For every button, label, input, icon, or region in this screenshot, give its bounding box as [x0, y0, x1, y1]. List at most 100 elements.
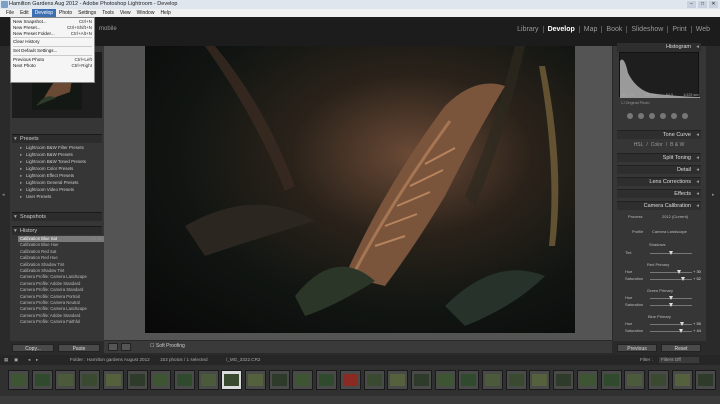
slider-knob-icon[interactable] [669, 303, 673, 307]
reset-button[interactable]: Reset [661, 344, 701, 352]
before-after-icon[interactable] [121, 343, 131, 351]
left-panel-toggle-icon[interactable]: ◂ [2, 192, 6, 204]
red-eye-icon[interactable] [649, 113, 655, 119]
filmstrip-thumbnail[interactable] [387, 370, 409, 390]
preset-folder[interactable]: Lightroom General Presets [20, 180, 98, 186]
slider-knob-icon[interactable] [680, 322, 684, 326]
tab-color[interactable]: Color [651, 141, 663, 149]
split-toning-panel-header[interactable]: Split Toning [617, 153, 701, 163]
main-photo[interactable] [145, 46, 575, 333]
menu-view[interactable]: View [117, 9, 134, 17]
blue-saturation-slider[interactable] [650, 329, 692, 333]
original-photo-checkbox[interactable]: ☐ Original Photo [621, 100, 650, 105]
module-print[interactable]: Print [667, 26, 690, 33]
filmstrip-thumbnail[interactable] [8, 370, 29, 390]
module-library[interactable]: Library [513, 26, 542, 33]
tab-hsl[interactable]: HSL [634, 141, 644, 149]
menu-develop[interactable]: Develop [31, 9, 57, 17]
blue-hue-slider[interactable] [650, 322, 692, 326]
red-saturation-slider[interactable] [650, 277, 692, 281]
filmstrip-thumbnail[interactable] [458, 370, 480, 390]
adjustment-brush-icon[interactable] [682, 113, 688, 119]
previous-button[interactable]: Previous [617, 344, 657, 352]
effects-panel-header[interactable]: Effects [617, 189, 701, 199]
slider-knob-icon[interactable] [677, 270, 681, 274]
second-window-icon[interactable]: ▣ [14, 355, 18, 365]
filmstrip-thumbnail[interactable] [102, 370, 124, 390]
presets-panel-header[interactable]: Presets [12, 134, 102, 144]
close-icon[interactable]: ✕ [709, 1, 718, 8]
module-slideshow[interactable]: Slideshow [626, 26, 667, 33]
nav-back-icon[interactable]: ◂ [28, 355, 30, 365]
module-book[interactable]: Book [601, 26, 626, 33]
camera-calibration-panel-header[interactable]: Camera Calibration [617, 201, 701, 211]
filmstrip-thumbnail[interactable] [671, 370, 693, 390]
filmstrip-thumbnail[interactable] [363, 370, 385, 390]
soft-proofing-checkbox[interactable]: ☐ Soft Proofing [150, 343, 185, 349]
filmstrip-thumbnail[interactable] [221, 370, 243, 390]
module-develop[interactable]: Develop [542, 26, 579, 33]
menu-item-clear-history[interactable]: Clear History [11, 39, 94, 45]
green-saturation-slider[interactable] [650, 303, 692, 307]
spot-removal-icon[interactable] [638, 113, 644, 119]
slider-knob-icon[interactable] [669, 251, 673, 255]
preset-folder[interactable]: Lightroom B&W Filter Presets [20, 145, 98, 151]
menu-item-next-photo[interactable]: Next Photo Ctrl+Right [11, 63, 94, 69]
filter-dropdown[interactable]: Filters Off [659, 357, 699, 363]
loupe-view-icon[interactable] [108, 343, 118, 351]
filmstrip-thumbnail[interactable] [482, 370, 503, 390]
tone-curve-panel-header[interactable]: Tone Curve [617, 130, 701, 140]
menu-help[interactable]: Help [157, 9, 173, 17]
right-panel-toggle-icon[interactable]: ▸ [712, 192, 716, 204]
filmstrip-thumbnail[interactable] [505, 370, 527, 390]
shadow-tint-slider[interactable] [650, 251, 692, 255]
menu-photo[interactable]: Photo [56, 9, 75, 17]
menu-item-new-preset-folder[interactable]: New Preset Folder... Ctrl+Alt+N [11, 31, 94, 37]
nav-forward-icon[interactable]: ▸ [36, 355, 38, 365]
filmstrip-thumbnail[interactable] [600, 370, 622, 390]
filmstrip-thumbnail[interactable] [31, 370, 53, 390]
red-saturation-value[interactable]: + 52 [693, 276, 701, 281]
grid-view-icon[interactable]: ▦ [4, 355, 8, 365]
snapshots-panel-header[interactable]: Snapshots [12, 212, 102, 222]
slider-knob-icon[interactable] [681, 277, 685, 281]
filmstrip-thumbnail[interactable] [245, 370, 266, 390]
filmstrip-thumbnail[interactable] [434, 370, 456, 390]
filmstrip-thumbnail[interactable] [150, 370, 172, 390]
menu-tools[interactable]: Tools [99, 9, 117, 17]
red-hue-value[interactable]: + 30 [693, 269, 701, 274]
filmstrip-thumbnail[interactable] [624, 370, 646, 390]
lens-corrections-panel-header[interactable]: Lens Corrections [617, 177, 701, 187]
module-web[interactable]: Web [690, 26, 714, 33]
filmstrip-thumbnail[interactable] [79, 370, 101, 390]
graduated-filter-icon[interactable] [660, 113, 666, 119]
green-hue-slider[interactable] [650, 296, 692, 300]
process-dropdown[interactable]: 2012 (Current) [662, 214, 688, 219]
minimize-icon[interactable]: – [687, 1, 696, 8]
copy-button[interactable]: Copy... [12, 344, 54, 352]
filmstrip-thumbnail[interactable] [126, 370, 148, 390]
profile-dropdown[interactable]: Camera Landscape [652, 229, 687, 234]
preset-folder[interactable]: Lightroom Video Presets [20, 187, 98, 193]
paste-button[interactable]: Paste [58, 344, 100, 352]
radial-filter-icon[interactable] [671, 113, 677, 119]
preset-folder[interactable]: Lightroom Color Presets [20, 166, 98, 172]
detail-panel-header[interactable]: Detail [617, 165, 701, 175]
filmstrip-thumbnail[interactable] [529, 370, 551, 390]
filmstrip-thumbnail[interactable] [316, 370, 338, 390]
filmstrip-thumbnail[interactable] [292, 370, 314, 390]
maximize-icon[interactable]: □ [698, 1, 707, 8]
red-hue-slider[interactable] [650, 270, 692, 274]
crop-icon[interactable] [627, 113, 633, 119]
filmstrip-thumbnail[interactable] [173, 370, 195, 390]
menu-window[interactable]: Window [134, 9, 158, 17]
preset-folder[interactable]: Lightroom B&W Presets [20, 152, 98, 158]
histogram-panel-header[interactable]: Histogram [617, 43, 701, 52]
filmstrip-thumbnail[interactable] [576, 370, 598, 390]
preset-folder[interactable]: Lightroom Effect Presets [20, 173, 98, 179]
menu-settings[interactable]: Settings [75, 9, 99, 17]
history-panel-header[interactable]: History [12, 226, 102, 236]
filmstrip-thumbnail[interactable] [410, 370, 432, 390]
preset-folder[interactable]: Lightroom B&W Toned Presets [20, 159, 98, 165]
filmstrip-thumbnail[interactable] [695, 370, 717, 390]
